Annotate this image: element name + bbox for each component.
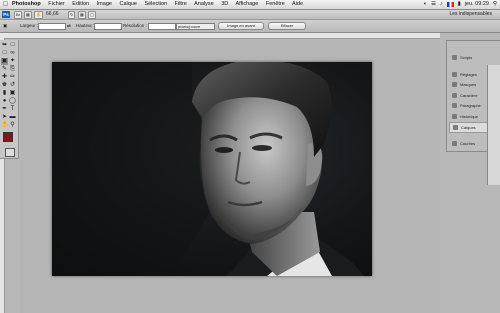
menu-filtre[interactable]: Filtre: [175, 1, 187, 7]
application-bar: Ps Br ▦ ✋ 66,66 ↻ ▦ ▢ Les indispensables: [0, 10, 500, 20]
swap-icon[interactable]: ⇄: [67, 23, 71, 29]
history-icon: [452, 114, 457, 119]
photoshop-logo: Ps: [2, 11, 10, 18]
crop-tool-icon[interactable]: ▣: [1, 58, 8, 65]
history-brush-tool-icon[interactable]: ↺: [9, 82, 16, 89]
horizontal-ruler: [0, 33, 440, 39]
hand-tool-icon[interactable]: ✋: [1, 122, 8, 129]
wifi-icon[interactable]: ☰: [431, 0, 436, 9]
hauteur-field[interactable]: [94, 23, 122, 30]
panel-label: Paragraphe: [460, 103, 481, 108]
mac-menubar:  Photoshop Fichier Edition Image Calque…: [0, 0, 500, 10]
eyedropper-tool-icon[interactable]: ✎: [1, 66, 8, 73]
hand-tool-button[interactable]: ✋: [34, 11, 43, 19]
path-selection-tool-icon[interactable]: ➤: [1, 114, 8, 121]
brush-tool-icon[interactable]: ✏: [9, 74, 16, 81]
menu-photoshop[interactable]: Photoshop: [12, 1, 41, 7]
clock[interactable]: jeu. 09:29: [465, 0, 489, 9]
dodge-tool-icon[interactable]: ◯: [9, 98, 16, 105]
paragraph-icon: [452, 103, 457, 108]
status-area: ◐ ☰ ♪ ▮ jeu. 09:29 ⚲: [424, 0, 497, 9]
menu-edition[interactable]: Edition: [72, 1, 89, 7]
zoom-level[interactable]: 66,66: [46, 10, 59, 19]
resolution-field[interactable]: [148, 23, 176, 30]
partial-document-window[interactable]: [487, 65, 500, 185]
largeur-label: Largeur :: [20, 23, 39, 28]
menu-calque[interactable]: Calque: [119, 1, 136, 7]
panel-scripts[interactable]: Scripts: [449, 53, 497, 62]
gradient-tool-icon[interactable]: ▣: [9, 90, 16, 97]
apple-icon[interactable]: : [3, 0, 8, 9]
view-extras-button[interactable]: ▦: [24, 11, 32, 19]
menu-fenetre[interactable]: Fenêtre: [266, 1, 285, 7]
scripts-icon: [452, 55, 457, 60]
sync-icon[interactable]: ◐: [424, 0, 427, 9]
options-bar: ▣ Largeur : ⇄ Hauteur : Résolution : pix…: [0, 20, 500, 33]
spotlight-icon[interactable]: ⚲: [493, 0, 497, 9]
resolution-unit-select[interactable]: pixels/pouce: [176, 23, 215, 30]
panel-label: Historique: [460, 114, 479, 119]
pen-tool-icon[interactable]: ✒: [1, 106, 8, 113]
lasso-tool-icon[interactable]: ∞: [9, 50, 16, 57]
arrange-documents-button[interactable]: ▦: [78, 11, 86, 19]
clear-button[interactable]: Effacer: [268, 22, 306, 30]
blur-tool-icon[interactable]: ●: [1, 98, 8, 105]
curves-icon: [452, 141, 457, 146]
menu-list: Photoshop Fichier Edition Image Calque S…: [12, 0, 309, 9]
menu-3d[interactable]: 3D: [221, 1, 228, 7]
panel-label: Courbes: [460, 141, 476, 146]
healing-brush-tool-icon[interactable]: ✚: [1, 74, 8, 81]
panel-label: Masques: [460, 82, 477, 87]
launch-bridge-button[interactable]: Br: [14, 11, 22, 19]
battery-icon[interactable]: ▮: [458, 0, 461, 9]
tools-panel: ➥ □ □ ∞ ▣ ✦ ✎ ⎘ ✚ ✏ ♚ ↺ ▮ ▣ ● ◯ ✒ T ➤ ▬ …: [0, 40, 19, 159]
masks-icon: [452, 82, 457, 87]
quick-mask-button[interactable]: [5, 148, 15, 157]
crop-tool-icon[interactable]: ▣: [3, 23, 7, 29]
ruler-tool-icon[interactable]: ⎘: [9, 66, 16, 73]
panel-label: Calques: [461, 125, 476, 130]
move-tool-icon[interactable]: ➥: [1, 42, 8, 49]
panel-label: Caractère: [460, 93, 478, 98]
zoom-tool-icon[interactable]: ⚲: [9, 122, 16, 129]
menu-affichage[interactable]: Affichage: [235, 1, 258, 7]
menu-aide[interactable]: Aide: [292, 1, 303, 7]
shape-tool-icon[interactable]: ▬: [9, 114, 16, 121]
volume-icon[interactable]: ♪: [440, 0, 443, 9]
menu-fichier[interactable]: Fichier: [48, 1, 65, 7]
panel-label: Réglages: [460, 72, 477, 77]
input-flag-icon[interactable]: [446, 2, 454, 7]
magic-wand-tool-icon[interactable]: ✦: [9, 58, 16, 65]
clone-stamp-tool-icon[interactable]: ♚: [1, 82, 8, 89]
type-tool-icon[interactable]: T: [9, 106, 16, 113]
menu-selection[interactable]: Sélection: [144, 1, 167, 7]
panel-label: Scripts: [460, 55, 473, 60]
menu-image[interactable]: Image: [97, 1, 112, 7]
front-image-button[interactable]: Image en avant: [218, 22, 264, 30]
marquee-tool-icon[interactable]: □: [1, 50, 8, 57]
screen-mode-button[interactable]: ▢: [88, 11, 96, 19]
layers-icon: [453, 125, 458, 130]
character-icon: [452, 93, 457, 98]
foreground-color-swatch[interactable]: [3, 132, 13, 142]
resolution-label: Résolution :: [123, 23, 147, 28]
portrait-image: [52, 62, 364, 276]
largeur-field[interactable]: [38, 23, 66, 30]
artboard-tool-icon[interactable]: □: [9, 42, 16, 49]
hauteur-label: Hauteur :: [76, 23, 95, 28]
document-photo[interactable]: [52, 62, 372, 276]
rotate-view-button[interactable]: ↻: [68, 11, 76, 19]
adjustments-icon: [452, 72, 457, 77]
workspace-switcher[interactable]: Les indispensables: [449, 10, 492, 19]
menu-analyse[interactable]: Analyse: [194, 1, 214, 7]
eraser-tool-icon[interactable]: ▮: [1, 90, 8, 97]
